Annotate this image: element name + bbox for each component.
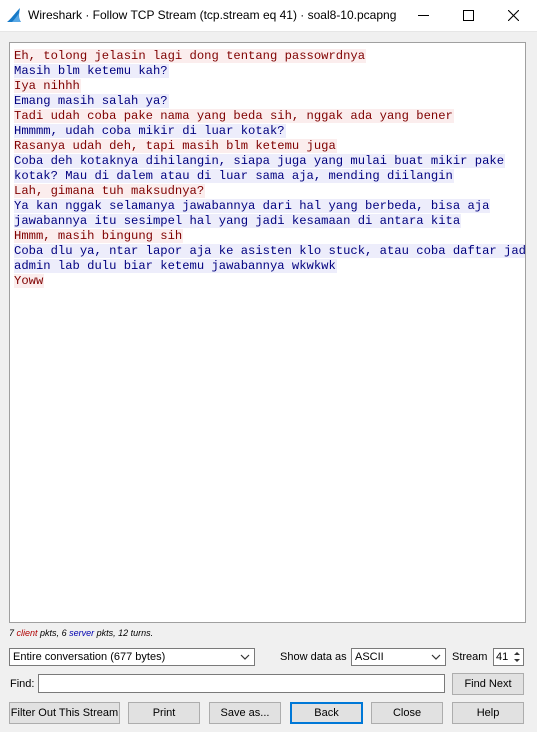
find-label: Find: xyxy=(10,678,35,690)
save-as-button[interactable]: Save as... xyxy=(209,702,281,724)
stream-line-text: admin lab dulu biar ketemu jawabannya wk… xyxy=(14,259,337,273)
stream-line-text: Iya nihhh xyxy=(14,79,81,93)
client-line: Yoww xyxy=(14,274,519,289)
server-line: Coba deh kotaknya dihilangin, siapa juga… xyxy=(14,154,519,169)
maximize-button[interactable] xyxy=(446,0,490,31)
client-line: Eh, tolong jelasin lagi dong tentang pas… xyxy=(14,49,519,64)
stream-spinbox[interactable]: 41 xyxy=(493,648,524,666)
stream-line-text: jawabannya itu sesimpel hal yang jadi ke… xyxy=(14,214,462,228)
close-button[interactable]: Close xyxy=(371,702,443,724)
find-input[interactable] xyxy=(38,674,445,693)
show-data-label: Show data as xyxy=(280,651,347,663)
server-packet-count: 6 xyxy=(61,628,67,638)
server-word: server xyxy=(69,628,95,638)
stream-line-text: Eh, tolong jelasin lagi dong tentang pas… xyxy=(14,49,367,63)
client-line: Hmmm, masih bingung sih xyxy=(14,229,519,244)
client-word: client xyxy=(16,628,38,638)
back-button[interactable]: Back xyxy=(290,702,363,724)
stream-line-text: Coba deh kotaknya dihilangin, siapa juga… xyxy=(14,154,506,168)
stream-line-text: Emang masih salah ya? xyxy=(14,94,169,108)
client-line: Iya nihhh xyxy=(14,79,519,94)
stream-lines: Eh, tolong jelasin lagi dong tentang pas… xyxy=(14,49,525,289)
maximize-icon xyxy=(462,10,474,21)
stats-separator: pkts, xyxy=(37,628,62,638)
stream-stats: 7 client pkts, 6 server pkts, 12 turns. xyxy=(9,628,153,638)
server-line: Emang masih salah ya? xyxy=(14,94,519,109)
stream-text-view[interactable]: Eh, tolong jelasin lagi dong tentang pas… xyxy=(9,42,526,623)
spin-arrows-icon[interactable] xyxy=(512,650,522,664)
stream-line-text: Ya kan nggak selamanya jawabannya dari h… xyxy=(14,199,491,213)
title-bar: Wireshark · Follow TCP Stream (tcp.strea… xyxy=(0,0,537,32)
stream-line-text: Hmmm, masih bingung sih xyxy=(14,229,184,243)
find-next-button[interactable]: Find Next xyxy=(452,673,524,695)
server-line: Masih blm ketemu kah? xyxy=(14,64,519,79)
stream-line-text: Lah, gimana tuh maksudnya? xyxy=(14,184,206,198)
show-data-select[interactable]: ASCII xyxy=(351,648,446,666)
close-window-button[interactable] xyxy=(491,0,535,31)
close-icon xyxy=(507,10,519,21)
client-line: Lah, gimana tuh maksudnya? xyxy=(14,184,519,199)
stream-line-text: Yoww xyxy=(14,274,45,288)
stream-line-text: Tadi udah coba pake nama yang beda sih, … xyxy=(14,109,454,123)
server-line: Ya kan nggak selamanya jawabannya dari h… xyxy=(14,199,519,214)
conversation-select-value: Entire conversation (677 bytes) xyxy=(13,651,166,663)
server-line: Coba dlu ya, ntar lapor aja ke asisten k… xyxy=(14,244,525,259)
chevron-down-icon xyxy=(431,654,441,660)
print-button[interactable]: Print xyxy=(128,702,200,724)
stream-label: Stream xyxy=(452,651,488,663)
minimize-icon xyxy=(417,15,429,16)
server-line: jawabannya itu sesimpel hal yang jadi ke… xyxy=(14,214,519,229)
stream-line-text: Rasanya udah deh, tapi masih blm ketemu … xyxy=(14,139,337,153)
server-line: admin lab dulu biar ketemu jawabannya wk… xyxy=(14,259,519,274)
client-line: Rasanya udah deh, tapi masih blm ketemu … xyxy=(14,139,519,154)
window-title: Wireshark · Follow TCP Stream (tcp.strea… xyxy=(28,8,397,22)
minimize-button[interactable] xyxy=(401,0,445,31)
server-line: Hmmmm, udah coba mikir di luar kotak? xyxy=(14,124,519,139)
wireshark-fin-icon xyxy=(7,8,21,22)
client-line: Tadi udah coba pake nama yang beda sih, … xyxy=(14,109,519,124)
help-button[interactable]: Help xyxy=(452,702,524,724)
stats-tail: pkts, 12 turns. xyxy=(94,628,154,638)
client-packet-count: 7 xyxy=(9,628,15,638)
filter-out-stream-button[interactable]: Filter Out This Stream xyxy=(9,702,120,724)
server-line: kotak? Mau di dalem atau di luar sama aj… xyxy=(14,169,519,184)
stream-line-text: kotak? Mau di dalem atau di luar sama aj… xyxy=(14,169,454,183)
stream-line-text: Masih blm ketemu kah? xyxy=(14,64,169,78)
stream-line-text: Coba dlu ya, ntar lapor aja ke asisten k… xyxy=(14,244,525,258)
stream-number: 41 xyxy=(496,651,509,663)
conversation-select[interactable]: Entire conversation (677 bytes) xyxy=(9,648,255,666)
show-data-select-value: ASCII xyxy=(355,651,384,663)
chevron-down-icon xyxy=(240,654,250,660)
stream-line-text: Hmmmm, udah coba mikir di luar kotak? xyxy=(14,124,286,138)
